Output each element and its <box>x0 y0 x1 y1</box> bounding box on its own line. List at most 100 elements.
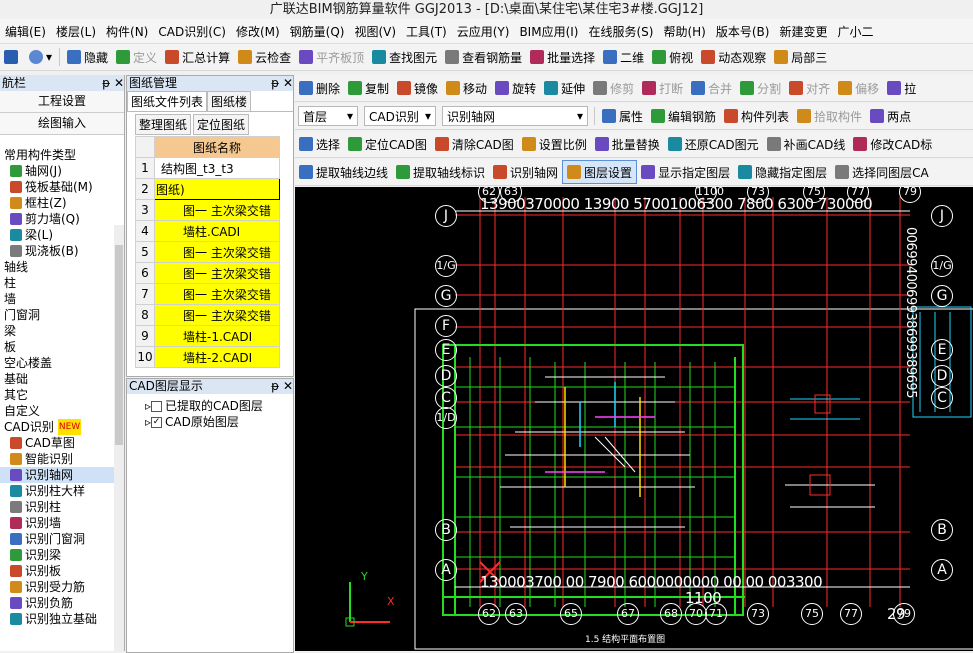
nav-tree-item-5[interactable]: 梁(L) <box>0 227 124 243</box>
tb5-button-4[interactable]: 显示指定图层 <box>637 161 734 183</box>
nav-tree-item-9[interactable]: 墙 <box>0 291 124 307</box>
tb3-button-2[interactable]: 构件列表 <box>720 105 793 127</box>
tb1-button-1[interactable]: 定义 <box>112 46 161 68</box>
nav-tree-item-21[interactable]: 识别柱大样 <box>0 483 124 499</box>
tb1-button-11[interactable]: 局部三 <box>770 46 831 68</box>
nav-tree-item-14[interactable]: 基础 <box>0 371 124 387</box>
drawing-row[interactable]: 8 图一 主次梁交错 <box>135 304 280 326</box>
tb2-button-5[interactable]: 延伸 <box>540 77 589 99</box>
tb2-button-8[interactable]: 合并 <box>687 77 736 99</box>
tb5-button-6[interactable]: 选择同图层CA <box>831 161 933 183</box>
tb5-button-1[interactable]: 提取轴线标识 <box>392 161 489 183</box>
nav-tree-item-0[interactable]: 常用构件类型 <box>0 147 124 163</box>
nav-tree-item-27[interactable]: 识别受力筋 <box>0 579 124 595</box>
tb3-button-0[interactable]: 属性 <box>598 105 647 127</box>
nav-tree-item-1[interactable]: 轴网(J) <box>0 163 124 179</box>
nav-tree-item-23[interactable]: 识别墙 <box>0 515 124 531</box>
nav-tree-item-20[interactable]: 识别轴网 <box>0 467 124 483</box>
drawing-row[interactable]: 1 结构图_t3_t3 <box>135 157 280 179</box>
tb4-button-1[interactable]: 定位CAD图 <box>344 133 431 155</box>
tb1-button-3[interactable]: 云检查 <box>234 46 295 68</box>
nav-tree-item-3[interactable]: 框柱(Z) <box>0 195 124 211</box>
floor-select[interactable]: 首层 ▾ <box>298 106 358 126</box>
nav-tree-item-29[interactable]: 识别独立基础 <box>0 611 124 627</box>
tb2-button-7[interactable]: 打断 <box>638 77 687 99</box>
tb1-button-5[interactable]: 查找图元 <box>368 46 441 68</box>
menu-item-2[interactable]: 构件(N) <box>101 23 153 40</box>
nav-tree-item-25[interactable]: 识别梁 <box>0 547 124 563</box>
menu-item-1[interactable]: 楼层(L) <box>51 23 101 40</box>
pin-icon[interactable]: ᵽ ✕ <box>102 75 124 91</box>
drawing-row[interactable]: 4 墙柱.CADI <box>135 220 280 242</box>
cad-drawing-canvas[interactable]: 13900370000 13900 57001006300 7800 6300 … <box>295 187 973 651</box>
drawing-row[interactable]: 10 墙柱-2.CADI <box>135 346 280 368</box>
nav-tab-drawing-input[interactable]: 绘图输入 <box>0 113 124 135</box>
tb2-button-0[interactable]: 删除 <box>295 77 344 99</box>
tb2-button-11[interactable]: 偏移 <box>834 77 883 99</box>
tb5-button-0[interactable]: 提取轴线边线 <box>295 161 392 183</box>
tb5-button-3[interactable]: 图层设置 <box>562 160 638 184</box>
drawing-row[interactable]: 2 图纸) <box>135 178 280 200</box>
tb2-button-12[interactable]: 拉 <box>883 77 920 99</box>
nav-tree-item-16[interactable]: 自定义 <box>0 403 124 419</box>
nav-tree-item-6[interactable]: 现浇板(B) <box>0 243 124 259</box>
tb3-button-3[interactable]: 拾取构件 <box>793 105 866 127</box>
axis-select[interactable]: 识别轴网 ▾ <box>442 106 588 126</box>
menu-item-7[interactable]: 工具(T) <box>401 23 452 40</box>
tb1-button-10[interactable]: 动态观察 <box>697 46 770 68</box>
nav-tree-item-22[interactable]: 识别柱 <box>0 499 124 515</box>
tb4-button-4[interactable]: 批量替换 <box>591 133 664 155</box>
save-button[interactable] <box>0 46 25 68</box>
nav-tree-item-7[interactable]: 轴线 <box>0 259 124 275</box>
tb1-button-4[interactable]: 平齐板顶 <box>295 46 368 68</box>
drawing-row[interactable]: 7 图一 主次梁交错 <box>135 283 280 305</box>
tb4-button-5[interactable]: 还原CAD图元 <box>664 133 763 155</box>
pin-icon[interactable]: ᵽ ✕ <box>271 76 293 91</box>
layer-checkbox-original[interactable]: ✓ <box>151 416 163 428</box>
undo-button[interactable]: ▾ <box>25 46 56 68</box>
layer-item-original[interactable]: ▹ ✓ CAD原始图层 <box>141 414 293 430</box>
nav-tree-item-15[interactable]: 其它 <box>0 387 124 403</box>
nav-tree-item-19[interactable]: 智能识别 <box>0 451 124 467</box>
tab-drawing-file-list[interactable]: 图纸文件列表 <box>127 91 208 111</box>
tb2-button-2[interactable]: 镜像 <box>393 77 442 99</box>
layer-item-extracted[interactable]: ▹ 已提取的CAD图层 <box>141 398 293 414</box>
tb2-button-6[interactable]: 修剪 <box>589 77 638 99</box>
tb4-button-2[interactable]: 清除CAD图 <box>431 133 518 155</box>
menu-item-10[interactable]: 在线服务(S) <box>583 23 658 40</box>
tab-drawing-floor[interactable]: 图纸楼 <box>207 91 252 111</box>
nav-tree-item-12[interactable]: 板 <box>0 339 124 355</box>
tb4-button-6[interactable]: 补画CAD线 <box>763 133 850 155</box>
tb4-button-3[interactable]: 设置比例 <box>518 133 591 155</box>
cad-select[interactable]: CAD识别 ▾ <box>364 106 436 126</box>
drawing-row[interactable]: 9 墙柱-1.CADI <box>135 325 280 347</box>
drawing-row[interactable]: 5 图一 主次梁交错 <box>135 241 280 263</box>
tb3-button-4[interactable]: 两点 <box>866 105 915 127</box>
nav-tree-item-18[interactable]: CAD草图 <box>0 435 124 451</box>
drawing-row[interactable]: 3 图一 主次梁交错 <box>135 199 280 221</box>
menu-item-3[interactable]: CAD识别(C) <box>153 23 231 40</box>
nav-tree-item-11[interactable]: 梁 <box>0 323 124 339</box>
tb1-button-7[interactable]: 批量选择 <box>526 46 599 68</box>
nav-tab-project-settings[interactable]: 工程设置 <box>0 91 124 113</box>
drawing-row[interactable]: 6 图一 主次梁交错 <box>135 262 280 284</box>
tb1-button-8[interactable]: 二维 <box>599 46 648 68</box>
tb4-button-7[interactable]: 修改CAD标 <box>849 133 936 155</box>
nav-tree-item-28[interactable]: 识别负筋 <box>0 595 124 611</box>
nav-tree-item-26[interactable]: 识别板 <box>0 563 124 579</box>
tb1-button-0[interactable]: 隐藏 <box>63 46 112 68</box>
nav-tree-item-2[interactable]: 筏板基础(M) <box>0 179 124 195</box>
nav-tree-item-4[interactable]: 剪力墙(Q) <box>0 211 124 227</box>
menu-item-5[interactable]: 钢筋量(Q) <box>285 23 350 40</box>
tb2-button-3[interactable]: 移动 <box>442 77 491 99</box>
tb1-button-2[interactable]: 汇总计算 <box>161 46 234 68</box>
menu-item-11[interactable]: 帮助(H) <box>658 23 710 40</box>
tb5-button-2[interactable]: 识别轴网 <box>489 161 562 183</box>
menu-item-9[interactable]: BIM应用(I) <box>514 23 583 40</box>
tb3-button-1[interactable]: 编辑钢筋 <box>647 105 720 127</box>
nav-tree-item-24[interactable]: 识别门窗洞 <box>0 531 124 547</box>
menu-item-0[interactable]: 编辑(E) <box>0 23 51 40</box>
pin-icon[interactable]: ᵽ ✕ <box>271 379 293 394</box>
locate-drawing-button[interactable]: 定位图纸 <box>193 113 250 135</box>
tb4-button-0[interactable]: 选择 <box>295 133 344 155</box>
